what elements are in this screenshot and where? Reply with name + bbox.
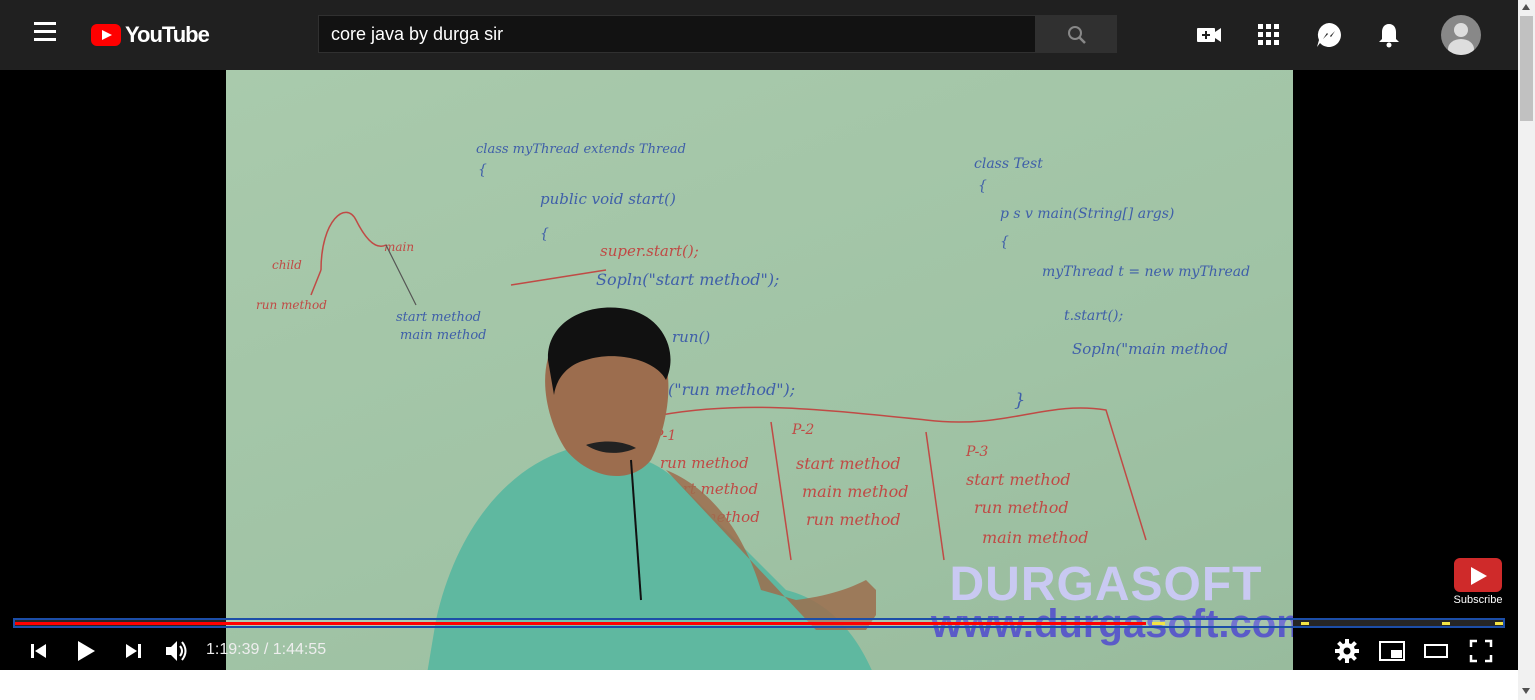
notifications-bell-icon[interactable] [1374, 20, 1404, 50]
next-icon[interactable] [118, 636, 148, 666]
messages-icon[interactable] [1314, 20, 1344, 50]
progress-chapter-marker [1442, 622, 1451, 625]
search-icon [1068, 26, 1086, 44]
previous-icon[interactable] [24, 636, 54, 666]
progress-chapter-marker [1301, 622, 1310, 625]
logo-text: YouTube [125, 22, 210, 47]
progress-played [15, 622, 1146, 625]
menu-icon[interactable] [28, 22, 62, 48]
page-scrollbar[interactable] [1518, 0, 1535, 700]
progress-bar[interactable] [13, 618, 1505, 628]
subscribe-label: Subscribe [1453, 594, 1503, 606]
search-box [318, 15, 1036, 53]
masthead: YouTube [0, 0, 1518, 70]
search-input[interactable] [319, 16, 1035, 52]
youtube-play-logo-icon [91, 24, 121, 46]
scroll-down-icon[interactable] [1522, 688, 1530, 694]
avatar[interactable] [1441, 15, 1481, 55]
fullscreen-icon[interactable] [1466, 636, 1496, 666]
play-icon[interactable] [70, 636, 100, 666]
time-display: 1:19:39 / 1:44:55 [206, 641, 327, 658]
video-player[interactable]: class myThread extends Thread { public v… [0, 70, 1518, 670]
scroll-up-icon[interactable] [1522, 4, 1530, 10]
theater-mode-icon[interactable] [1421, 636, 1451, 666]
apps-grid-icon[interactable] [1254, 20, 1284, 50]
video-frame[interactable]: class myThread extends Thread { public v… [226, 70, 1293, 670]
settings-gear-icon[interactable] [1332, 636, 1362, 666]
volume-icon[interactable] [162, 636, 192, 666]
miniplayer-icon[interactable] [1377, 636, 1407, 666]
presenter [427, 307, 876, 670]
progress-chapter-marker [1495, 622, 1503, 625]
scroll-thumb[interactable] [1520, 16, 1533, 121]
create-video-icon[interactable] [1194, 20, 1224, 50]
player-controls: 1:19:39 / 1:44:55 [0, 630, 1518, 670]
subscribe-play-icon [1454, 558, 1502, 592]
progress-chapter-marker [1156, 622, 1165, 625]
youtube-logo[interactable]: YouTube [91, 22, 210, 48]
subscribe-button[interactable]: Subscribe [1452, 558, 1504, 608]
search-button[interactable] [1036, 15, 1117, 53]
